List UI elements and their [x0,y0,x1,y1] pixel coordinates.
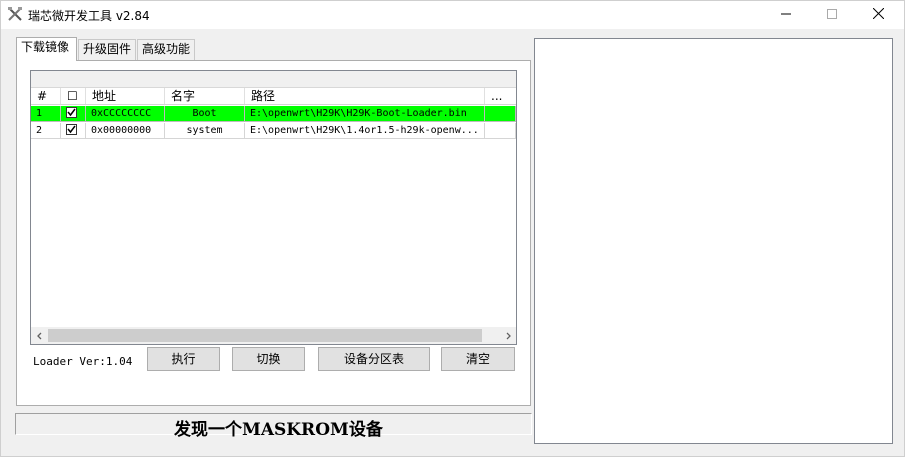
row-checkbox-cell[interactable] [61,106,86,122]
row-address[interactable]: 0xCCCCCCCC [86,106,165,122]
loader-version-label: Loader Ver:1.04 [33,355,133,368]
app-window: 瑞芯微开发工具 v2.84 下载镜像 升级固件 高级功能 # ☐ 地址 名字 路… [0,0,905,457]
download-image-panel: # ☐ 地址 名字 路径 ... 1 0xCCCCCCCC Boot E:\op… [16,60,531,406]
column-header-name[interactable]: 名字 [165,88,245,104]
row-path[interactable]: E:\openwrt\H29K\H29K-Boot-Loader.bin [245,106,485,122]
execute-button[interactable]: 执行 [147,347,220,371]
list-top-strip [31,71,516,88]
row-name[interactable]: system [165,123,245,139]
clear-button[interactable]: 清空 [441,347,515,371]
crossed-tools-icon [7,6,23,22]
column-header-more[interactable]: ... [485,88,516,104]
image-list[interactable]: # ☐ 地址 名字 路径 ... 1 0xCCCCCCCC Boot E:\op… [30,70,517,345]
minimize-icon [781,8,791,22]
row-checkbox[interactable] [66,123,77,135]
close-icon [872,7,884,22]
row-number: 1 [31,106,61,122]
row-checkbox-cell[interactable] [61,123,86,139]
scroll-thumb[interactable] [48,329,482,342]
row-checkbox[interactable] [66,106,77,118]
row-number: 2 [31,123,61,139]
row-more[interactable] [485,123,516,139]
row-path[interactable]: E:\openwrt\H29K\1.4or1.5-h29k-openw... [245,123,485,139]
window-title: 瑞芯微开发工具 v2.84 [28,9,150,23]
tab-download-image[interactable]: 下载镜像 [16,37,77,61]
row-address[interactable]: 0x00000000 [86,123,165,139]
horizontal-scrollbar[interactable] [31,327,516,344]
table-row[interactable]: 1 0xCCCCCCCC Boot E:\openwrt\H29K\H29K-B… [31,106,516,122]
device-partition-table-button[interactable]: 设备分区表 [318,347,430,371]
log-output-panel[interactable] [534,38,893,444]
column-header-number[interactable]: # [31,88,61,104]
table-row[interactable]: 2 0x00000000 system E:\openwrt\H29K\1.4o… [31,123,516,139]
scroll-left-button[interactable] [31,327,48,344]
close-button[interactable] [855,1,901,29]
switch-button[interactable]: 切换 [232,347,305,371]
scroll-right-button[interactable] [499,327,516,344]
column-header-path[interactable]: 路径 [245,88,485,104]
column-header-address[interactable]: 地址 [86,88,165,104]
column-header-select[interactable]: ☐ [61,88,86,104]
tab-advanced-features[interactable]: 高级功能 [137,39,195,60]
minimize-button[interactable] [763,1,809,29]
tab-upgrade-firmware[interactable]: 升级固件 [78,39,136,60]
maximize-button[interactable] [809,1,855,29]
row-name[interactable]: Boot [165,106,245,122]
check-mark-icon [67,108,76,116]
list-header: # ☐ 地址 名字 路径 ... [31,88,516,105]
device-status-text: 发现一个MASKROM设备 [174,420,383,440]
chevron-left-icon [36,332,41,339]
check-mark-icon [67,125,76,133]
title-bar[interactable]: 瑞芯微开发工具 v2.84 [1,1,904,29]
row-more[interactable] [485,106,516,122]
status-bar: 发现一个MASKROM设备 [15,413,532,440]
maximize-icon [827,8,837,22]
chevron-right-icon [506,332,511,339]
